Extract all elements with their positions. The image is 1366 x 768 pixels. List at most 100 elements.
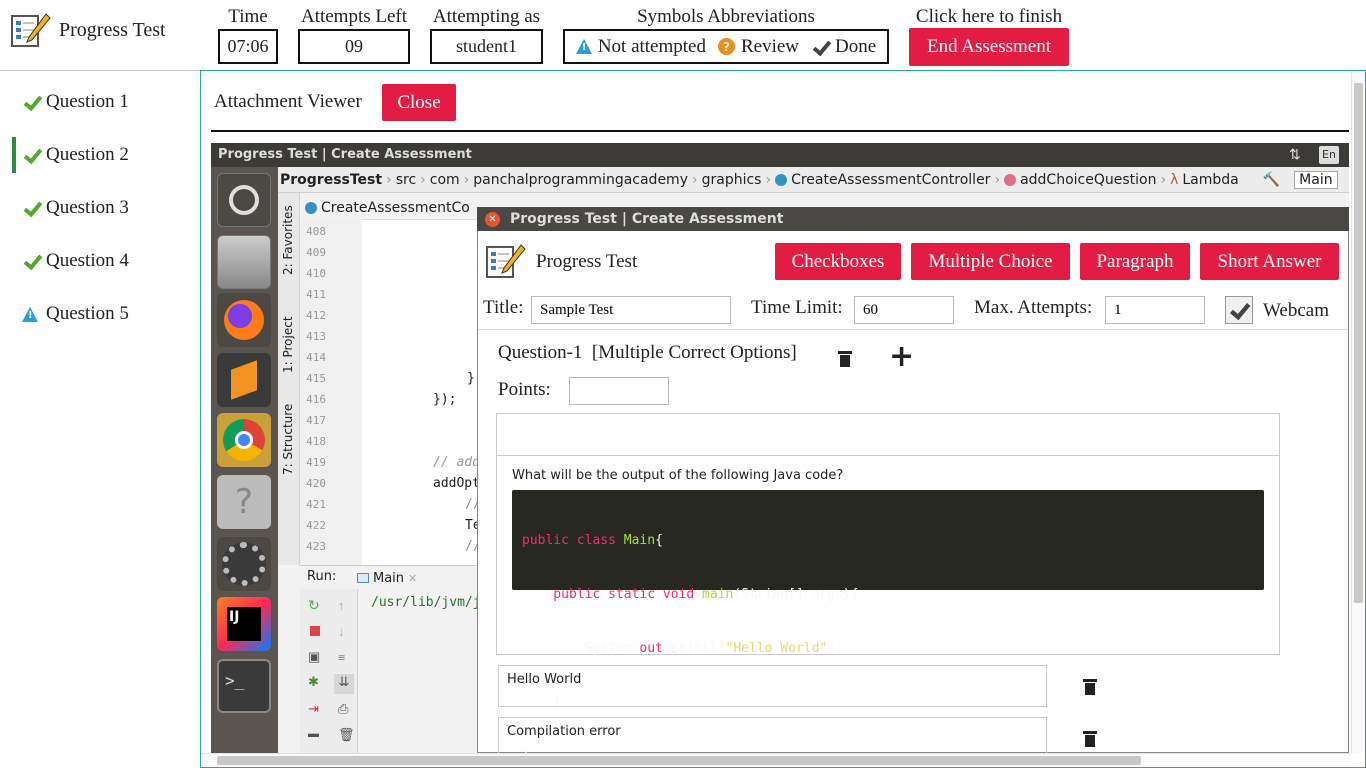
rerun-icon[interactable]: ↻ [308,598,320,615]
layout-icon[interactable]: ▬ [308,728,319,740]
tab-favorites[interactable]: 2: Favorites [281,205,295,275]
question-item-3[interactable]: Question 3 [12,190,192,226]
breadcrumb-src[interactable]: src [396,172,416,188]
tab-project[interactable]: 1: Project [281,313,295,373]
time-limit-label: Time Limit: [751,297,843,318]
viewer-title: Attachment Viewer [214,91,362,112]
vertical-scrollbar[interactable] [1351,71,1365,753]
paragraph-button[interactable]: Paragraph [1080,243,1190,280]
help-icon[interactable]: ? [217,475,271,529]
title-label: Title: [483,297,524,318]
editor-tab-label: CreateAssessmentCo [321,200,470,216]
breadcrumb-project[interactable]: ProgressTest [280,172,382,188]
close-button[interactable]: Close [382,84,456,121]
breadcrumb-method[interactable]: addChoiceQuestion [1020,172,1156,188]
symbols-legend: Not attempted ? Review Done [563,29,889,64]
app-title: Progress Test [59,19,166,41]
wrap-icon[interactable]: ≡ [338,650,345,666]
login-icon[interactable]: ⇥ [308,701,319,717]
divider [211,130,1349,132]
ubuntu-icon[interactable] [217,173,271,227]
scroll-end-icon[interactable]: ⇊ [334,674,354,694]
intellij-icon[interactable]: IJ [217,597,271,651]
dialog-divider [478,329,1348,330]
max-attempts-label: Max. Attempts: [974,297,1093,318]
legend-not-attempted: Not attempted [597,35,706,57]
line-number: 420 [306,477,326,490]
question-label: Question 5 [46,303,129,324]
points-input[interactable] [569,377,669,405]
breadcrumb-graphics[interactable]: graphics [702,172,762,188]
time-label: Time [228,6,268,27]
trash-icon[interactable]: 🗑 [338,727,355,743]
title-input[interactable] [531,296,731,324]
line-number: 413 [306,330,326,343]
sort-icon: ⇅ [1289,148,1301,163]
close-icon[interactable]: ✕ [408,572,417,585]
java-ee-ide-icon[interactable] [217,537,271,591]
tab-structure[interactable]: 7: Structure [281,403,295,475]
breadcrumb-package[interactable]: panchalprogrammingacademy [473,172,688,188]
check-icon [22,200,40,216]
down-arrow-icon[interactable]: ↓ [338,624,345,640]
line-number: 417 [306,414,326,427]
breadcrumb-com[interactable]: com [430,172,460,188]
ide-titlebar: Progress Test | Create Assessment [211,143,1349,167]
print-icon[interactable]: ⎙ [338,701,348,717]
webcam-checkbox[interactable] [1225,296,1253,324]
camera-icon[interactable]: ▣ [308,649,320,665]
editor-toolbar [497,414,1279,456]
question-item-5[interactable]: Question 5 [12,296,192,332]
terminal-icon[interactable]: >_ [217,659,271,713]
sublime-icon[interactable] [217,353,271,407]
run-config[interactable]: Main [1294,170,1338,189]
check-icon [22,94,40,110]
breadcrumb-class[interactable]: CreateAssessmentController [791,172,990,188]
run-label: Run: [307,569,337,584]
line-number: 409 [306,246,326,259]
time-value: 07:06 [218,29,278,64]
delete-option-icon[interactable] [1083,729,1097,747]
max-attempts-input[interactable] [1105,296,1205,324]
option-input-1[interactable]: Hello World [498,665,1047,707]
legend-review: Review [740,35,800,57]
files-icon[interactable] [217,235,271,289]
review-icon: ? [717,38,735,55]
checkboxes-button[interactable]: Checkboxes [775,243,901,280]
warning-icon [22,306,38,322]
time-limit-input[interactable] [854,296,954,324]
firefox-icon[interactable] [217,293,271,347]
build-icon[interactable]: 🔨 [1263,172,1280,188]
check-icon [22,147,40,163]
question-label: Question 3 [46,197,129,218]
points-label: Points: [498,379,551,400]
debug-icon[interactable]: ✱ [308,674,319,690]
up-arrow-icon[interactable]: ↑ [338,598,345,614]
line-number: 415 [306,372,326,385]
question-item-1[interactable]: Question 1 [12,84,192,120]
ide-window-title: Progress Test | Create Assessment [218,147,472,162]
option-input-2[interactable]: Compilation error [498,717,1047,753]
dialog-window-title: Progress Test | Create Assessment [510,211,784,227]
multiple-choice-button[interactable]: Multiple Choice [911,243,1070,280]
horizontal-scrollbar[interactable] [201,753,1351,767]
question-item-2[interactable]: Question 2 [12,137,192,173]
scrollbar-thumb[interactable] [1354,83,1363,603]
delete-option-icon[interactable] [1083,677,1097,695]
scrollbar-thumb[interactable] [217,756,1141,765]
close-icon[interactable]: ✕ [485,211,500,227]
question-item-4[interactable]: Question 4 [12,243,192,279]
end-assessment-button[interactable]: End Assessment [909,28,1069,66]
short-answer-button[interactable]: Short Answer [1200,243,1339,280]
stop-icon[interactable] [310,626,320,636]
delete-question-icon[interactable] [838,349,852,367]
editor-tab[interactable]: CreateAssessmentCo [305,197,485,219]
breadcrumb-lambda[interactable]: Lambda [1182,172,1238,188]
code-line: addOpt [433,476,480,491]
dialog-titlebar: ✕ Progress Test | Create Assessment [477,207,1349,231]
chrome-icon[interactable] [217,413,271,467]
warning-icon [575,39,592,54]
add-question-icon[interactable]: + [889,339,914,374]
run-tab[interactable]: Main ✕ [357,567,417,589]
line-number: 416 [306,393,326,406]
